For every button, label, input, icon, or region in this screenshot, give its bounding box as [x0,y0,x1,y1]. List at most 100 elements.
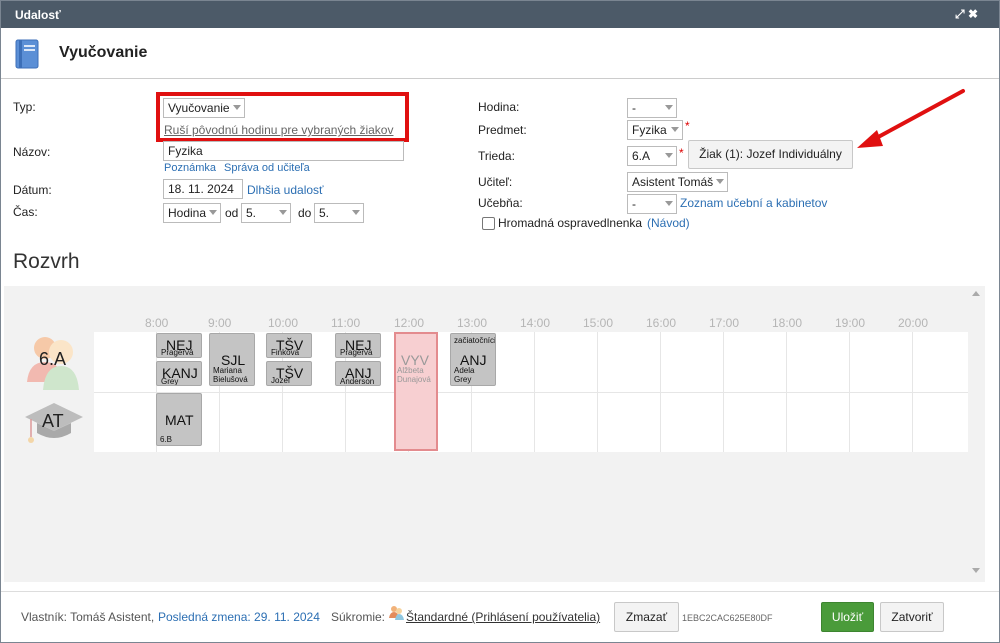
zoznam-ucebni-link[interactable]: Zoznam učební a kabinetov [680,196,827,210]
ucebna-select[interactable]: - [627,194,677,214]
lesson-teacher: Alžbeta [397,366,424,375]
lesson-block[interactable]: SJL Mariana Bielušová [209,333,255,386]
lesson-teacher: Mariana [213,366,242,375]
close-icon[interactable]: ✖ [968,7,978,21]
close-button[interactable]: Zatvoriť [880,602,944,632]
chevron-down-icon [665,153,673,158]
predmet-select[interactable]: Fyzika [627,120,683,140]
scroll-up-icon[interactable] [972,291,980,296]
poznamka-link[interactable]: Poznámka [164,162,216,174]
window-title: Udalosť [15,8,61,22]
od-label: od [225,206,239,220]
required-mark: * [685,119,690,133]
lesson-teacher: Finková [271,348,300,357]
hour-label: 8:00 [145,316,169,330]
typ-label: Typ: [13,100,36,114]
do-select[interactable]: 5. [314,203,364,223]
navod-link[interactable]: (Návod) [647,216,690,230]
schedule-title: Rozvrh [13,250,80,273]
hour-label: 17:00 [709,316,740,330]
lesson-teacher: Anderson [340,377,375,386]
hour-label: 11:00 [331,316,361,330]
datum-label: Dátum: [13,183,52,197]
datum-input[interactable]: 18. 11. 2024 [163,179,243,199]
chevron-down-icon [665,105,673,110]
lesson-teacher: Grey [161,377,179,386]
last-change-link[interactable]: Posledná zmena: 29. 11. 2024 [158,610,320,624]
cas-unit-select[interactable]: Hodina [163,203,221,223]
chevron-down-icon [716,179,724,184]
chevron-down-icon [665,201,673,206]
hour-label: 10:00 [268,316,299,330]
privacy-value[interactable]: Štandardné (Prihlásení používatelia) [406,610,600,624]
nazov-label: Názov: [13,145,51,159]
dlhsia-udalost-link[interactable]: Dlhšia udalosť [247,183,324,197]
lesson-teacher: Grey [454,375,472,384]
expand-icon[interactable]: ⤢ [955,7,965,22]
save-button[interactable]: Uložiť [821,602,874,632]
window-titlebar[interactable]: Udalosť ⤢ ✖ [1,1,999,28]
lesson-group: začiatočníci [454,336,496,345]
chevron-down-icon [671,127,679,132]
lesson-block[interactable]: NEJ Pragervá [156,333,202,358]
hromadna-checkbox[interactable] [482,217,495,230]
divider [1,591,999,592]
predmet-value: Fyzika [632,123,667,137]
lesson-block[interactable]: začiatočníci ANJ Adela Grey [450,333,496,386]
ucitel-select[interactable]: Asistent Tomáš [627,172,728,192]
annotation-arrow-icon [857,89,965,148]
annotation-highlight-box [156,92,409,142]
ucitel-value: Asistent Tomáš [632,175,714,189]
lesson-teacher: Jozef [271,376,291,385]
scroll-down-icon[interactable] [972,568,980,573]
delete-button[interactable]: Zmazať [614,602,679,632]
book-icon [15,39,39,69]
lesson-block[interactable]: ANJ Anderson [335,361,381,386]
required-mark: * [679,146,684,160]
nazov-input[interactable]: Fyzika [163,141,404,161]
row-label-class: 6.A [39,349,67,369]
hodina-value: - [632,101,636,115]
chevron-down-icon [279,210,287,215]
privacy-label: Súkromie: [331,610,386,624]
lesson-teacher: Pragervá [340,348,373,357]
od-value: 5. [246,206,257,220]
od-select[interactable]: 5. [241,203,291,223]
lesson-block[interactable]: NEJ Pragervá [335,333,381,358]
hour-label: 16:00 [646,316,677,330]
predmet-label: Predmet: [478,123,527,137]
scrollbar[interactable] [969,287,983,581]
ucebna-label: Učebňa: [478,196,523,210]
hour-label: 13:00 [457,316,488,330]
lesson-block[interactable]: MAT 6.B [156,393,202,446]
lesson-block[interactable]: KANJ Grey [156,361,202,386]
hour-label: 12:00 [394,316,425,330]
trieda-select[interactable]: 6.A [627,146,677,166]
page-title: Vyučovanie [59,44,148,61]
owner-text: Vlastník: Tomáš Asistent, [21,610,155,624]
hodina-select[interactable]: - [627,98,677,118]
users-icon [389,606,404,620]
hour-label: 18:00 [772,316,803,330]
trieda-label: Trieda: [478,149,515,163]
hour-label: 14:00 [520,316,551,330]
hromadna-label: Hromadná ospravedlnenka [498,216,643,230]
lesson-class: 6.B [160,435,173,444]
ziak-button[interactable]: Žiak (1): Jozef Individuálny [688,140,853,169]
sprava-link[interactable]: Správa od učiteľa [224,162,310,174]
selected-slot-highlight[interactable]: VYV Alžbeta Dunajová [394,332,438,451]
chevron-down-icon [352,210,360,215]
lesson-block[interactable]: TŠV Jozef [266,361,312,386]
ucitel-label: Učiteľ: [478,175,513,189]
lesson-code: MAT [165,412,194,428]
row-label-teacher: AT [42,411,64,431]
lesson-teacher: Bielušová [213,375,248,384]
lesson-block[interactable]: TŠV Finková [266,333,312,358]
hodina-label: Hodina: [478,100,520,114]
event-dialog: Udalosť ⤢ ✖ Vyučovanie Typ: Vyučovanie R… [0,0,1000,643]
hour-label: 19:00 [835,316,866,330]
lesson-teacher: Dunajová [397,375,431,384]
event-code: 1EBC2CAC625E80DF [682,613,773,623]
grid-line [94,392,968,393]
cas-unit-value: Hodina [168,206,207,220]
